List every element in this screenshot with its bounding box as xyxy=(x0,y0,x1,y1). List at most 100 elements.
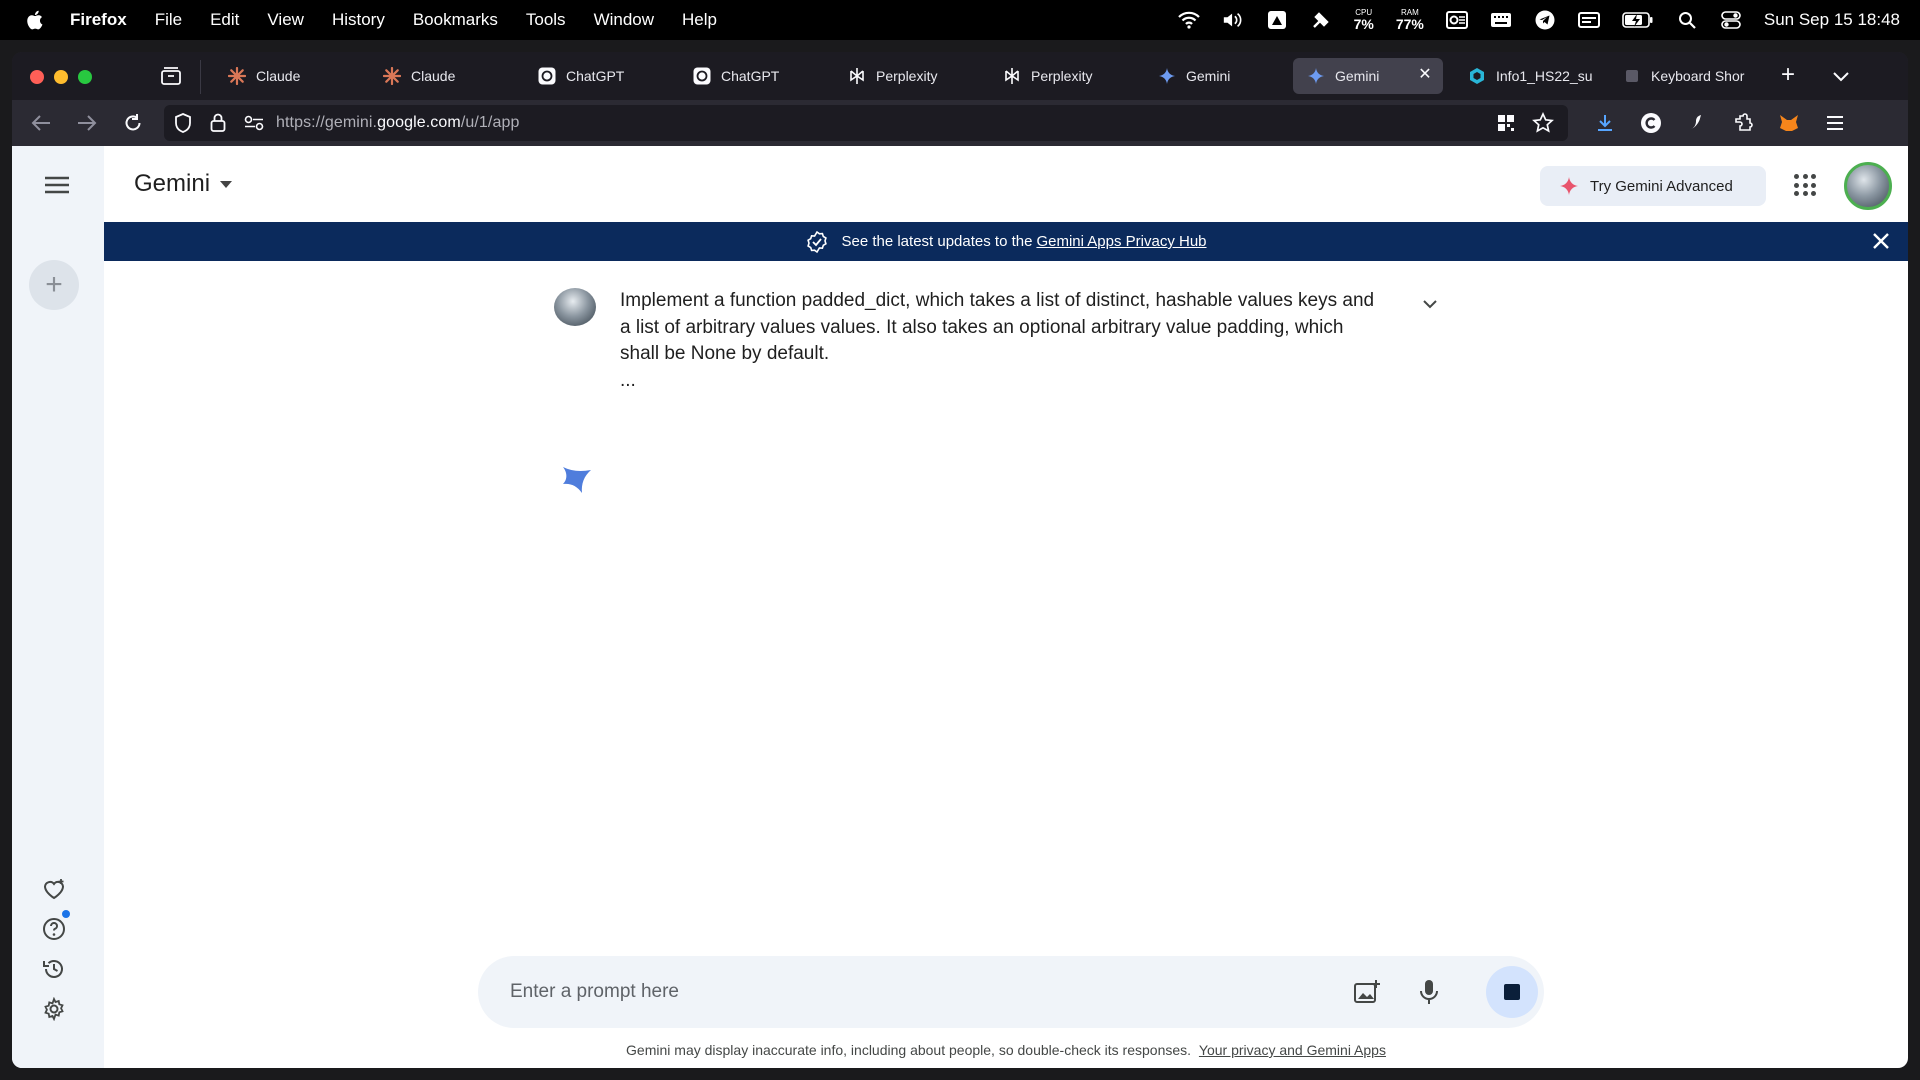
privacy-banner: See the latest updates to the Gemini App… xyxy=(104,222,1908,261)
extension-icon[interactable] xyxy=(1684,110,1710,136)
reload-icon[interactable] xyxy=(120,110,146,136)
tab-title: ChatGPT xyxy=(721,68,780,84)
tab-title: Keyboard Shor xyxy=(1651,68,1745,84)
tab-divider xyxy=(200,60,201,94)
microphone-icon[interactable] xyxy=(1414,977,1444,1007)
display-icon[interactable] xyxy=(1577,9,1600,31)
new-chat-button[interactable]: + xyxy=(29,260,79,310)
tab-perplexity-1[interactable]: Perplexity xyxy=(834,58,978,94)
tracking-shield-icon[interactable] xyxy=(174,113,192,133)
site-permissions-icon[interactable] xyxy=(244,115,264,131)
disclaimer: Gemini may display inaccurate info, incl… xyxy=(104,1042,1908,1058)
new-tab-icon[interactable]: + xyxy=(1776,63,1800,88)
volume-icon[interactable] xyxy=(1222,9,1244,31)
bookmark-star-icon[interactable] xyxy=(1532,112,1554,134)
menu-edit[interactable]: Edit xyxy=(210,10,239,30)
plus-icon: + xyxy=(45,268,63,301)
close-tab-icon[interactable]: ✕ xyxy=(1417,67,1433,83)
close-window-button[interactable] xyxy=(30,70,44,84)
menu-help[interactable]: Help xyxy=(682,10,717,30)
menu-file[interactable]: File xyxy=(155,10,182,30)
keyboard-icon[interactable] xyxy=(1490,9,1512,31)
chatgpt-icon xyxy=(538,67,556,85)
zoom-window-button[interactable] xyxy=(78,70,92,84)
gem-manager-icon[interactable] xyxy=(41,876,67,902)
tab-info1[interactable]: Info1_HS22_su xyxy=(1454,58,1602,94)
menu-app-firefox[interactable]: Firefox xyxy=(70,10,127,30)
menu-bookmarks[interactable]: Bookmarks xyxy=(413,10,498,30)
gemini-page: + Gemini Try Gemini Advanced See the lat… xyxy=(12,146,1908,1068)
tab-title: ChatGPT xyxy=(566,68,625,84)
downloads-icon[interactable] xyxy=(1592,110,1618,136)
model-switcher[interactable]: Gemini xyxy=(134,170,233,198)
sparkle-icon xyxy=(1560,177,1578,195)
banner-text: See the latest updates to the xyxy=(841,233,1033,250)
tab-keyboard-shortcuts[interactable]: Keyboard Shor xyxy=(1609,58,1759,94)
gemini-icon xyxy=(1158,67,1176,85)
battery-icon[interactable] xyxy=(1622,9,1654,31)
menu-window[interactable]: Window xyxy=(594,10,654,30)
metamask-icon[interactable] xyxy=(1776,110,1802,136)
perplexity-icon xyxy=(1003,67,1021,85)
tab-chatgpt-2[interactable]: ChatGPT xyxy=(679,58,823,94)
user-avatar xyxy=(554,288,596,326)
wifi-icon[interactable] xyxy=(1177,9,1200,31)
stop-response-button[interactable] xyxy=(1486,966,1538,1018)
menu-tools[interactable]: Tools xyxy=(526,10,566,30)
perplexity-icon xyxy=(848,67,866,85)
google-apps-icon[interactable] xyxy=(1794,174,1816,196)
prompt-text: Implement a function padded_dict, which … xyxy=(620,288,1380,394)
back-icon[interactable] xyxy=(28,110,54,136)
qr-code-icon[interactable] xyxy=(1496,113,1516,133)
try-gemini-advanced-button[interactable]: Try Gemini Advanced xyxy=(1540,166,1766,206)
prompt-composer xyxy=(478,956,1544,1028)
url-bar[interactable]: https://gemini.google.com/u/1/app xyxy=(164,105,1568,141)
tab-perplexity-2[interactable]: Perplexity xyxy=(989,58,1133,94)
help-icon[interactable] xyxy=(41,916,67,942)
tab-title: Info1_HS22_su xyxy=(1496,68,1593,84)
hexagon-icon xyxy=(1468,67,1486,85)
prompt-input[interactable] xyxy=(510,978,1330,1006)
control-center-icon[interactable] xyxy=(1720,9,1742,31)
tab-gemini-1[interactable]: Gemini xyxy=(1144,58,1288,94)
drive-icon[interactable] xyxy=(1266,9,1288,31)
telegram-icon[interactable] xyxy=(1534,9,1556,31)
privacy-link[interactable]: Your privacy and Gemini Apps xyxy=(1199,1042,1386,1058)
doc-icon xyxy=(1623,67,1641,85)
claude-icon xyxy=(228,67,246,85)
tab-chatgpt-1[interactable]: ChatGPT xyxy=(524,58,668,94)
extensions-puzzle-icon[interactable] xyxy=(1730,110,1756,136)
cpu-meter[interactable]: CPU 7% xyxy=(1354,9,1374,32)
grammarly-icon[interactable] xyxy=(1638,110,1664,136)
minimize-window-button[interactable] xyxy=(54,70,68,84)
firefox-window: Claude Claude ChatGPT ChatGPT Perplexity… xyxy=(12,52,1908,1068)
ram-meter[interactable]: RAM 77% xyxy=(1396,9,1424,32)
menu-view[interactable]: View xyxy=(267,10,304,30)
apple-icon[interactable] xyxy=(24,9,44,31)
account-avatar[interactable] xyxy=(1844,162,1892,210)
forward-icon[interactable] xyxy=(74,110,100,136)
upload-image-icon[interactable] xyxy=(1352,977,1382,1007)
hamburger-menu-icon[interactable] xyxy=(1822,110,1848,136)
close-banner-icon[interactable] xyxy=(1870,230,1892,252)
settings-gear-icon[interactable] xyxy=(41,996,67,1022)
firefox-view-icon[interactable] xyxy=(160,66,182,86)
expand-chevron-icon[interactable] xyxy=(1422,298,1438,310)
tab-gemini-active[interactable]: Gemini ✕ xyxy=(1293,58,1443,94)
main-menu-icon[interactable] xyxy=(44,172,70,198)
chevron-down-icon[interactable] xyxy=(1830,66,1852,86)
tool-icon[interactable] xyxy=(1310,9,1332,31)
privacy-hub-link[interactable]: Gemini Apps Privacy Hub xyxy=(1036,233,1206,250)
menu-history[interactable]: History xyxy=(332,10,385,30)
verified-check-icon xyxy=(807,230,828,253)
outlook-icon[interactable] xyxy=(1445,9,1468,31)
spotlight-search-icon[interactable] xyxy=(1676,9,1698,31)
lock-icon[interactable] xyxy=(210,113,226,133)
tab-claude-2[interactable]: Claude xyxy=(369,58,513,94)
menubar-clock[interactable]: Sun Sep 15 18:48 xyxy=(1764,10,1900,30)
activity-history-icon[interactable] xyxy=(41,956,67,982)
tab-claude-1[interactable]: Claude xyxy=(214,58,358,94)
url-text[interactable]: https://gemini.google.com/u/1/app xyxy=(276,114,519,132)
tab-title: Perplexity xyxy=(876,68,938,84)
navigation-toolbar: https://gemini.google.com/u/1/app xyxy=(12,100,1908,146)
